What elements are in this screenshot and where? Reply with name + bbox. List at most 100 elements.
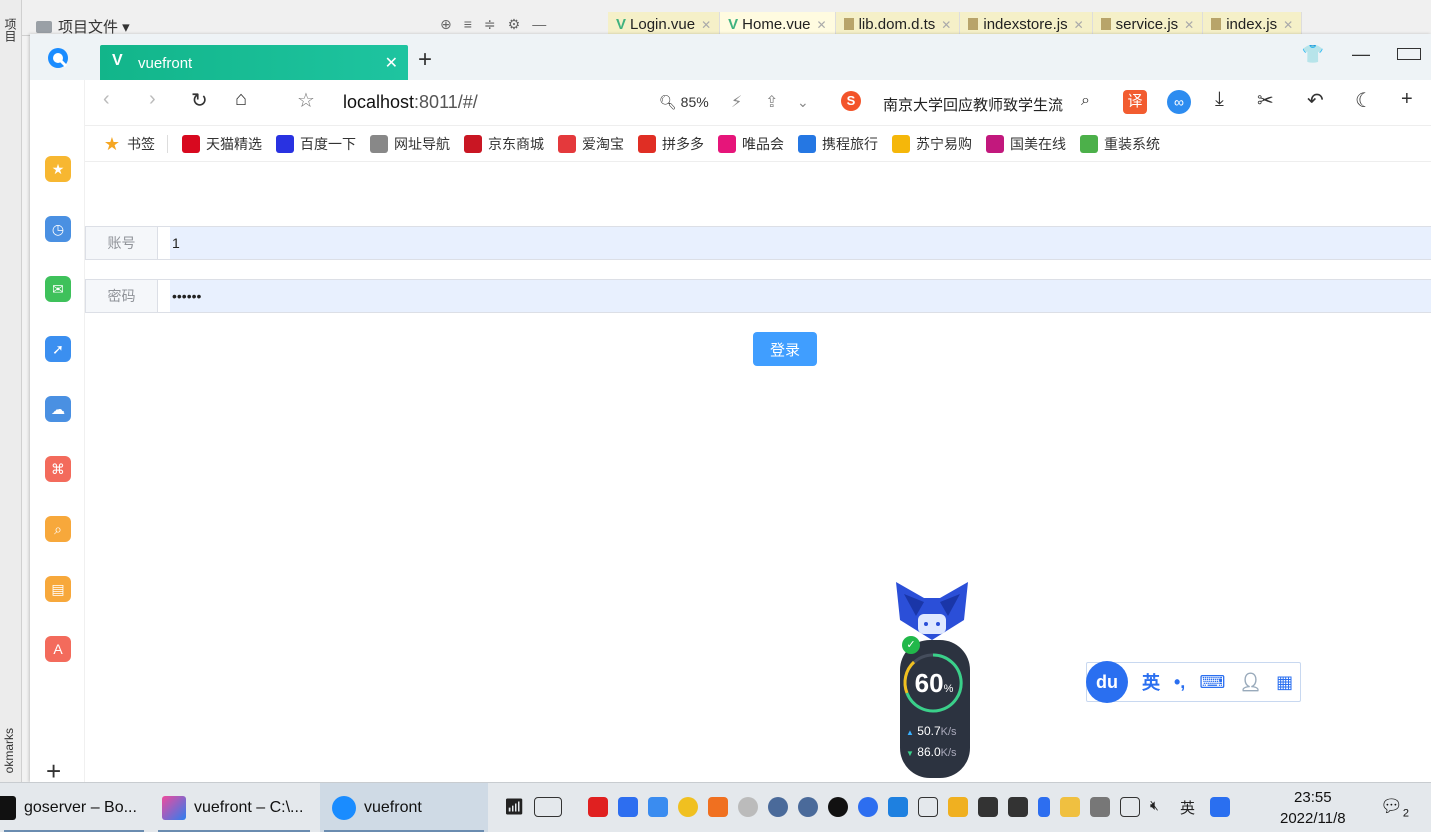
translate-icon[interactable]: A <box>45 636 71 662</box>
browser-tab-vuefront[interactable]: V vuefront ✕ <box>100 45 408 80</box>
folder-icon[interactable] <box>1060 797 1080 817</box>
screenshot-icon[interactable]: ✂ <box>1257 88 1274 113</box>
login-button[interactable]: 登录 <box>753 332 817 366</box>
battery-icon[interactable] <box>1090 797 1110 817</box>
bookmark-item[interactable]: 国美在线 <box>986 134 1066 154</box>
search-icon[interactable]: ⌕ <box>1081 92 1090 110</box>
bookmark-item[interactable]: 携程旅行 <box>798 134 878 154</box>
lightning-icon[interactable]: ⚡ <box>731 92 742 112</box>
app-icon[interactable] <box>678 797 698 817</box>
refresh-button[interactable]: ↻ <box>191 88 208 113</box>
taskbar-item-webstorm[interactable]: vuefront – C:\... <box>154 783 314 832</box>
bluetooth-icon[interactable] <box>1038 797 1050 817</box>
kugou-icon[interactable] <box>648 797 668 817</box>
minimize-button[interactable]: — <box>1349 44 1373 65</box>
pdf-icon[interactable]: ⌘ <box>45 456 71 482</box>
network-icon[interactable] <box>768 797 788 817</box>
bookmark-item[interactable]: 爱淘宝 <box>558 134 624 154</box>
ide-tab-index[interactable]: index.js ✕ <box>1203 12 1303 36</box>
mute-icon[interactable]: 🔇︎ <box>1150 797 1170 817</box>
browser-logo-icon[interactable] <box>46 46 70 70</box>
bookmark-item[interactable]: 京东商城 <box>464 134 544 154</box>
ide-tab-login[interactable]: V Login.vue ✕ <box>608 12 721 36</box>
shield-icon[interactable] <box>948 797 968 817</box>
ide-tab-libdom[interactable]: lib.dom.d.ts ✕ <box>835 12 961 36</box>
collapse-icon[interactable]: ≡ <box>464 16 472 33</box>
account-input[interactable] <box>170 227 1431 259</box>
bookmark-item[interactable]: 百度一下 <box>276 134 356 154</box>
ime-grid-icon[interactable]: ▦ <box>1276 672 1293 693</box>
bookmark-item[interactable]: 苏宁易购 <box>892 134 972 154</box>
network2-icon[interactable] <box>798 797 818 817</box>
reader-icon[interactable]: ▤ <box>45 576 71 602</box>
feishu-icon[interactable] <box>888 797 908 817</box>
close-tab-icon[interactable]: ✕ <box>385 53 398 73</box>
favorites-icon[interactable]: ★ <box>45 156 71 182</box>
ime-logo-icon[interactable]: du <box>1086 661 1128 703</box>
download-icon[interactable]: ⤓ <box>1215 88 1224 111</box>
taskbar-item-browser[interactable]: vuefront <box>320 783 488 832</box>
search-icon[interactable]: ⌕ <box>45 516 71 542</box>
close-icon[interactable]: ✕ <box>817 18 827 32</box>
qq-icon[interactable] <box>828 797 848 817</box>
system-clock[interactable]: 23:55 2022/11/8 <box>1280 787 1346 829</box>
system-monitor-widget[interactable]: ✓ 60% ▲ 50.7K/s ▼ 86.0K/s <box>890 580 974 780</box>
address-bar[interactable]: localhost:8011/#/ <box>343 92 478 113</box>
bookmark-item[interactable]: 重装系统 <box>1080 134 1160 154</box>
defender-icon[interactable] <box>978 797 998 817</box>
ime-tray-lang[interactable]: 英 <box>1180 797 1200 817</box>
ide-tab-home[interactable]: V Home.vue ✕ <box>720 12 836 36</box>
zoom-indicator[interactable]: 🔍︎ 85% <box>659 94 709 111</box>
close-icon[interactable]: ✕ <box>1184 18 1194 32</box>
home-button[interactable]: ⌂ <box>235 88 247 111</box>
send-icon[interactable]: ➚ <box>45 336 71 362</box>
favorite-star-button[interactable]: ☆ <box>297 88 315 113</box>
du-tray-icon[interactable] <box>1210 797 1230 817</box>
undo-icon[interactable]: ↶ <box>1307 88 1324 113</box>
taskbar-item-goserver[interactable]: goserver – Bo... <box>0 783 148 832</box>
move-icon[interactable] <box>738 797 758 817</box>
bookmark-item[interactable]: ★ 书签 <box>103 134 168 154</box>
expand-icon[interactable]: ≑ <box>484 16 496 33</box>
menu-plus-icon[interactable]: + <box>1401 88 1413 111</box>
wechat-icon[interactable]: ✉ <box>45 276 71 302</box>
cloud-icon[interactable]: ☁ <box>45 396 71 422</box>
extension-icon[interactable]: ∞ <box>1167 90 1191 114</box>
notification-center-button[interactable]: 💬︎2 <box>1380 796 1409 820</box>
close-icon[interactable]: ✕ <box>1283 18 1293 32</box>
nvidia-icon[interactable] <box>1008 797 1028 817</box>
ime-punctuation-toggle[interactable]: •, <box>1174 672 1185 693</box>
chevron-down-icon[interactable]: ⌄ <box>797 94 809 111</box>
history-icon[interactable]: ◷ <box>45 216 71 242</box>
bookmark-item[interactable]: 天猫精选 <box>182 134 262 154</box>
minimize-icon[interactable]: — <box>532 16 546 33</box>
translate-button[interactable]: 译 <box>1123 90 1147 114</box>
ime-language-toggle[interactable]: 英 <box>1142 669 1160 695</box>
password-input[interactable] <box>170 280 1431 312</box>
close-icon[interactable]: ✕ <box>1074 18 1084 32</box>
bookmark-item[interactable]: 网址导航 <box>370 134 450 154</box>
close-icon[interactable]: ✕ <box>701 18 711 32</box>
copy-icon[interactable] <box>918 797 938 817</box>
security-icon[interactable] <box>618 797 638 817</box>
search-engine-icon[interactable]: S <box>841 91 861 111</box>
bookmark-item[interactable]: 拼多多 <box>638 134 704 154</box>
ide-tab-service[interactable]: service.js ✕ <box>1092 12 1204 36</box>
back-button[interactable]: ‹ <box>103 88 110 111</box>
wifi-icon[interactable]: 📶︎ <box>504 797 524 817</box>
maximize-button[interactable] <box>1397 44 1421 65</box>
skin-icon[interactable]: 👕 <box>1301 44 1325 65</box>
news-icon[interactable] <box>534 797 562 817</box>
ide-tab-indexstore[interactable]: indexstore.js ✕ <box>960 12 1093 36</box>
java-icon[interactable] <box>708 797 728 817</box>
bookmark-item[interactable]: 唯品会 <box>718 134 784 154</box>
close-icon[interactable]: ✕ <box>941 18 951 32</box>
gear-icon[interactable]: ⚙ <box>508 16 521 33</box>
monitor-icon[interactable] <box>1120 797 1140 817</box>
ime-keyboard-icon[interactable]: ⌨ <box>1199 672 1225 693</box>
wps-icon[interactable] <box>588 797 608 817</box>
share-icon[interactable]: ⇪ <box>765 92 778 112</box>
new-tab-button[interactable]: + <box>418 48 432 72</box>
sogou-tray-icon[interactable] <box>858 797 878 817</box>
project-tool-tab[interactable]: 项目 <box>2 18 19 42</box>
